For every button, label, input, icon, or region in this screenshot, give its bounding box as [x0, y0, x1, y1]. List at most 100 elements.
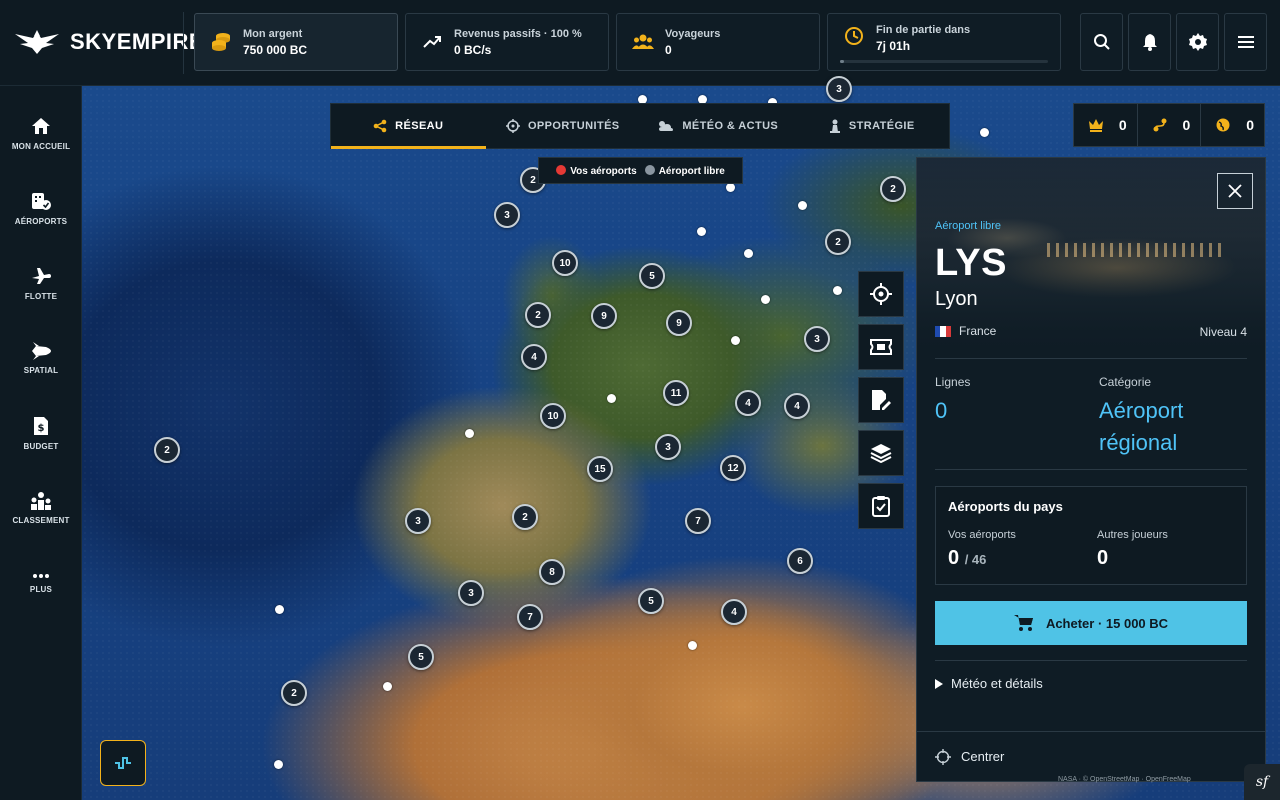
- airport-cluster-marker[interactable]: 2: [154, 437, 180, 463]
- france-flag-icon: [935, 325, 951, 337]
- airport-cluster-marker[interactable]: 7: [685, 508, 711, 534]
- app-logo[interactable]: SKYEMPIRE: [14, 28, 204, 56]
- tab-label: STRATÉGIE: [848, 120, 915, 132]
- settings-button[interactable]: [1176, 13, 1219, 71]
- airport-cluster-marker[interactable]: 12: [720, 455, 746, 481]
- sf-logo-icon[interactable]: sf: [1244, 764, 1280, 800]
- legend-mine: Vos aéroports: [556, 164, 637, 177]
- airport-cluster-marker[interactable]: 15: [587, 456, 613, 482]
- tab-weather[interactable]: MÉTÉO & ACTUS: [640, 104, 795, 148]
- counter-route[interactable]: 0: [1138, 104, 1202, 146]
- airport-dot-marker[interactable]: [274, 604, 284, 614]
- coins-icon: [209, 30, 233, 54]
- checklist-button[interactable]: [858, 483, 904, 529]
- airport-cluster-marker[interactable]: 2: [512, 504, 538, 530]
- travelers-label: Voyageurs: [665, 27, 721, 40]
- sidebar-item-ranking[interactable]: CLASSEMENT: [0, 475, 82, 541]
- eagle-logo-icon: [15, 30, 59, 54]
- airport-cluster-marker[interactable]: 3: [804, 326, 830, 352]
- pulse-icon: [115, 757, 131, 769]
- income-stat[interactable]: Revenus passifs · 100 % 0 BC/s: [405, 13, 609, 71]
- crosshair-icon: [935, 748, 951, 765]
- airport-cluster-marker[interactable]: 3: [458, 580, 484, 606]
- airport-cluster-marker[interactable]: 5: [638, 588, 664, 614]
- notifications-button[interactable]: [1128, 13, 1171, 71]
- airport-dot-marker[interactable]: [273, 759, 283, 769]
- airport-panel: Aéroport libre LYS Lyon France Niveau 4 …: [916, 157, 1266, 782]
- edit-document-button[interactable]: [858, 377, 904, 423]
- tab-network[interactable]: RÉSEAU: [331, 104, 486, 149]
- airport-dot-marker[interactable]: [760, 294, 770, 304]
- airport-dot-marker[interactable]: [797, 200, 807, 210]
- sidebar-item-budget[interactable]: $ BUDGET: [0, 400, 82, 466]
- airport-cluster-marker[interactable]: 2: [281, 680, 307, 706]
- search-button[interactable]: [1080, 13, 1123, 71]
- airport-cluster-marker[interactable]: 10: [552, 250, 578, 276]
- airport-cluster-marker[interactable]: 4: [721, 599, 747, 625]
- counter-globe[interactable]: 0: [1201, 104, 1264, 146]
- menu-button[interactable]: [1224, 13, 1267, 71]
- resource-counters: 0 0 0: [1073, 103, 1265, 147]
- airport-cluster-marker[interactable]: 2: [825, 229, 851, 255]
- airport-cluster-marker[interactable]: 7: [517, 604, 543, 630]
- endgame-value: 7j 01h: [876, 39, 911, 53]
- sidebar-item-more[interactable]: PLUS: [0, 550, 82, 616]
- airport-cluster-marker[interactable]: 6: [787, 548, 813, 574]
- sidebar-item-fleet[interactable]: FLOTTE: [0, 250, 82, 316]
- airport-cluster-marker[interactable]: 4: [735, 390, 761, 416]
- crown-icon: [1089, 119, 1103, 132]
- airport-dot-marker[interactable]: [730, 335, 740, 345]
- airport-dot-marker[interactable]: [832, 285, 842, 295]
- weather-details-toggle[interactable]: Météo et détails: [935, 676, 1043, 691]
- airport-cluster-marker[interactable]: 2: [880, 176, 906, 202]
- airport-cluster-marker[interactable]: 9: [591, 303, 617, 329]
- airport-cluster-marker[interactable]: 3: [826, 76, 852, 102]
- travelers-stat[interactable]: Voyageurs 0: [616, 13, 820, 71]
- airport-cluster-marker[interactable]: 3: [494, 202, 520, 228]
- tickets-button[interactable]: [858, 324, 904, 370]
- center-button[interactable]: Centrer: [917, 731, 1265, 781]
- airport-cluster-marker[interactable]: 3: [655, 434, 681, 460]
- globe-icon: [1216, 118, 1230, 132]
- airport-cluster-marker[interactable]: 5: [639, 263, 665, 289]
- airport-dot-marker[interactable]: [382, 681, 392, 691]
- map-attribution: NASA · © OpenStreetMap · OpenFreeMap: [1058, 776, 1191, 783]
- cart-icon: [1013, 615, 1033, 631]
- edit-document-icon: [872, 390, 891, 410]
- airport-cluster-marker[interactable]: 8: [539, 559, 565, 585]
- activity-button[interactable]: [100, 740, 146, 786]
- tab-opportunities[interactable]: OPPORTUNITÉS: [486, 104, 641, 148]
- tab-strategy[interactable]: STRATÉGIE: [795, 104, 950, 148]
- airport-cluster-marker[interactable]: 9: [666, 310, 692, 336]
- airport-cluster-marker[interactable]: 3: [405, 508, 431, 534]
- sidebar-item-space[interactable]: SPATIAL: [0, 325, 82, 391]
- airport-dot-marker[interactable]: [606, 393, 616, 403]
- airport-cluster-marker[interactable]: 10: [540, 403, 566, 429]
- route-icon: [1153, 118, 1167, 132]
- airport-cluster-marker[interactable]: 11: [663, 380, 689, 406]
- airport-cluster-marker[interactable]: 2: [525, 302, 551, 328]
- counter-crown[interactable]: 0: [1074, 104, 1138, 146]
- country-airports-box: Aéroports du pays Vos aéroports 0 / 46 A…: [935, 486, 1247, 585]
- buy-button[interactable]: Acheter · 15 000 BC: [935, 601, 1247, 645]
- airport-country: France: [935, 324, 996, 338]
- airport-dot-marker[interactable]: [979, 127, 989, 137]
- endgame-stat[interactable]: Fin de partie dans 7j 01h: [827, 13, 1061, 71]
- airport-dot-marker[interactable]: [743, 248, 753, 258]
- airport-dot-marker[interactable]: [696, 226, 706, 236]
- sidebar-item-home[interactable]: MON ACCUEIL: [0, 100, 82, 166]
- airport-cluster-marker[interactable]: 5: [408, 644, 434, 670]
- airport-cluster-marker[interactable]: 4: [521, 344, 547, 370]
- airport-dot-marker[interactable]: [687, 640, 697, 650]
- sidebar-item-airports[interactable]: AÉROPORTS: [0, 175, 82, 241]
- airport-icon: [32, 192, 51, 210]
- money-stat[interactable]: Mon argent 750 000 BC: [194, 13, 398, 71]
- country-airports-title: Aéroports du pays: [948, 499, 1063, 514]
- top-bar: SKYEMPIRE Mon argent 750 000 BC Revenus …: [0, 0, 1280, 86]
- layers-button[interactable]: [858, 430, 904, 476]
- sidebar: MON ACCUEIL AÉROPORTS FLOTTE SPATIAL $ B…: [0, 86, 82, 800]
- locate-button[interactable]: [858, 271, 904, 317]
- airport-dot-marker[interactable]: [464, 428, 474, 438]
- close-button[interactable]: [1217, 173, 1253, 209]
- airport-cluster-marker[interactable]: 4: [784, 393, 810, 419]
